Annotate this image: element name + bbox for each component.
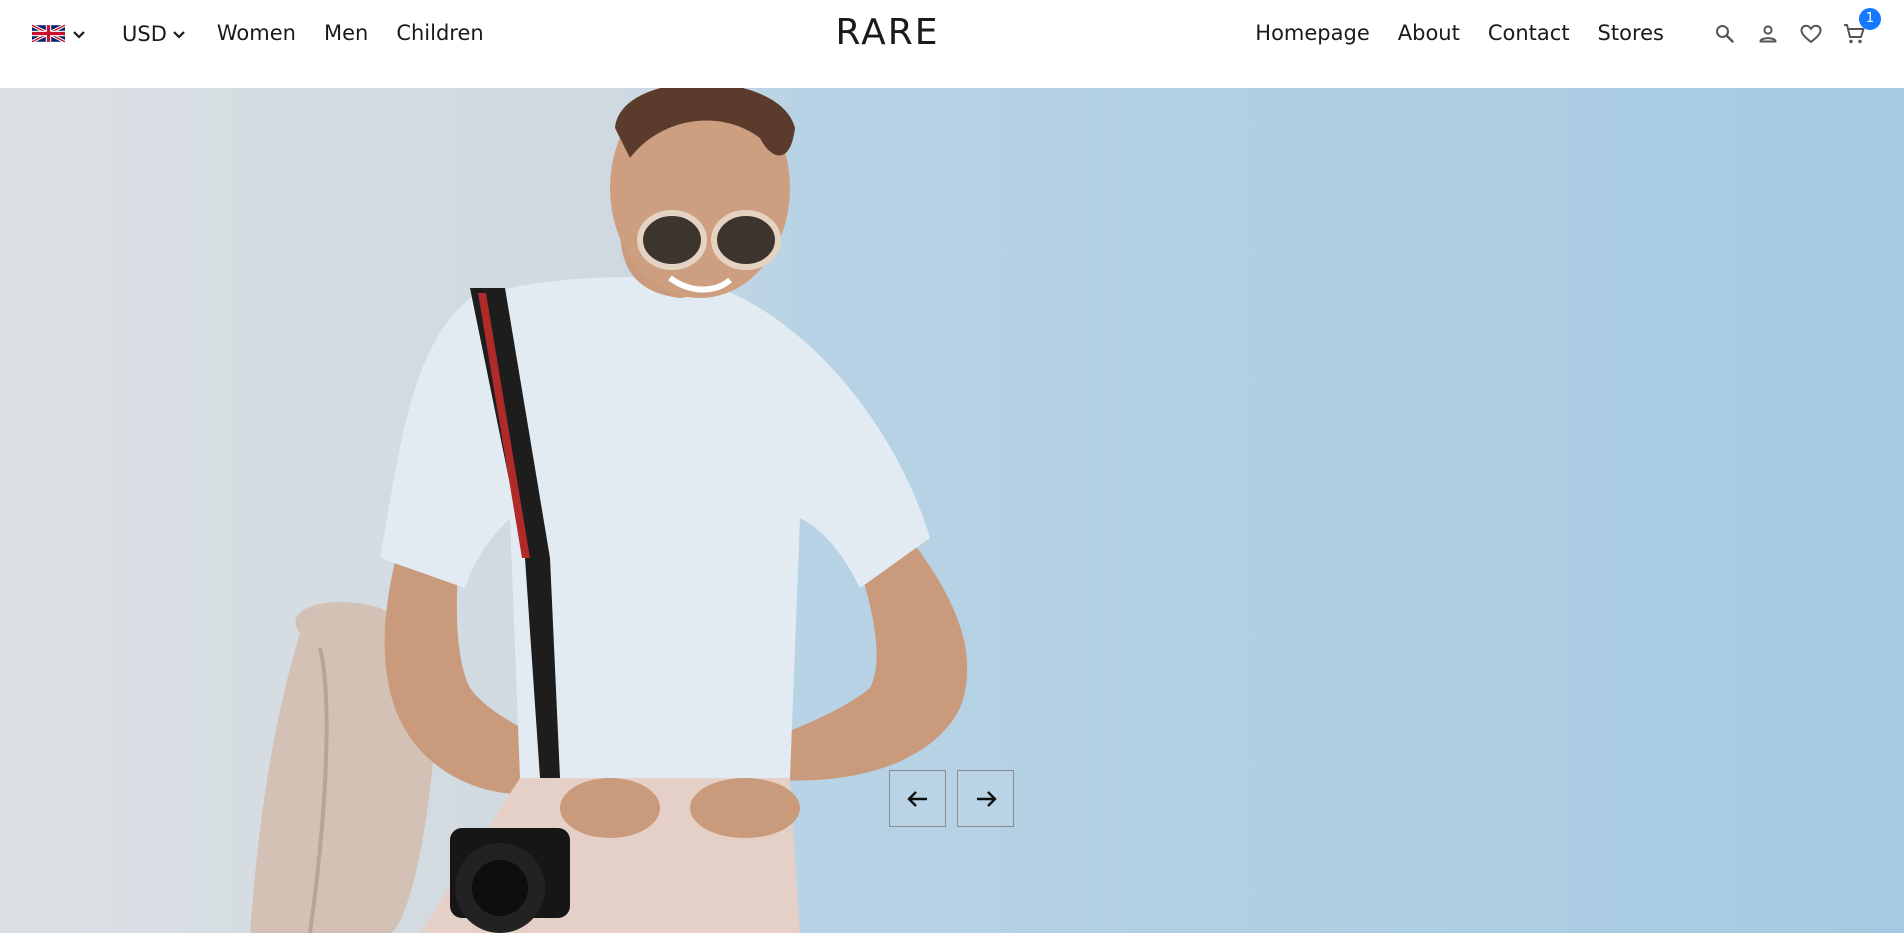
hero-slider <box>0 88 1904 933</box>
nav-link-stores[interactable]: Stores <box>1598 23 1664 44</box>
arrow-right-icon <box>976 790 997 807</box>
main-nav: Homepage About Contact Stores <box>1227 23 1664 44</box>
hero-image <box>0 88 1904 933</box>
search-button[interactable] <box>1713 22 1737 46</box>
slider-next-button[interactable] <box>957 770 1014 827</box>
header-right: Homepage About Contact Stores 1 <box>1227 0 1904 67</box>
nav-link-about[interactable]: About <box>1398 23 1460 44</box>
user-icon <box>1759 24 1777 42</box>
header-icons: 1 <box>1694 7 1881 46</box>
account-button[interactable] <box>1756 22 1780 46</box>
nav-link-homepage[interactable]: Homepage <box>1255 23 1369 44</box>
slider-prev-button[interactable] <box>889 770 946 827</box>
cart-button[interactable]: 1 <box>1842 7 1881 46</box>
wishlist-button[interactable] <box>1799 22 1823 46</box>
search-icon <box>1716 24 1734 43</box>
arrow-left-icon <box>906 790 927 807</box>
heart-icon <box>1800 24 1822 43</box>
nav-link-contact[interactable]: Contact <box>1488 23 1570 44</box>
site-header: USD Women Men Children RARE Homepage Abo… <box>0 0 1904 88</box>
cart-count-badge: 1 <box>1859 7 1881 30</box>
